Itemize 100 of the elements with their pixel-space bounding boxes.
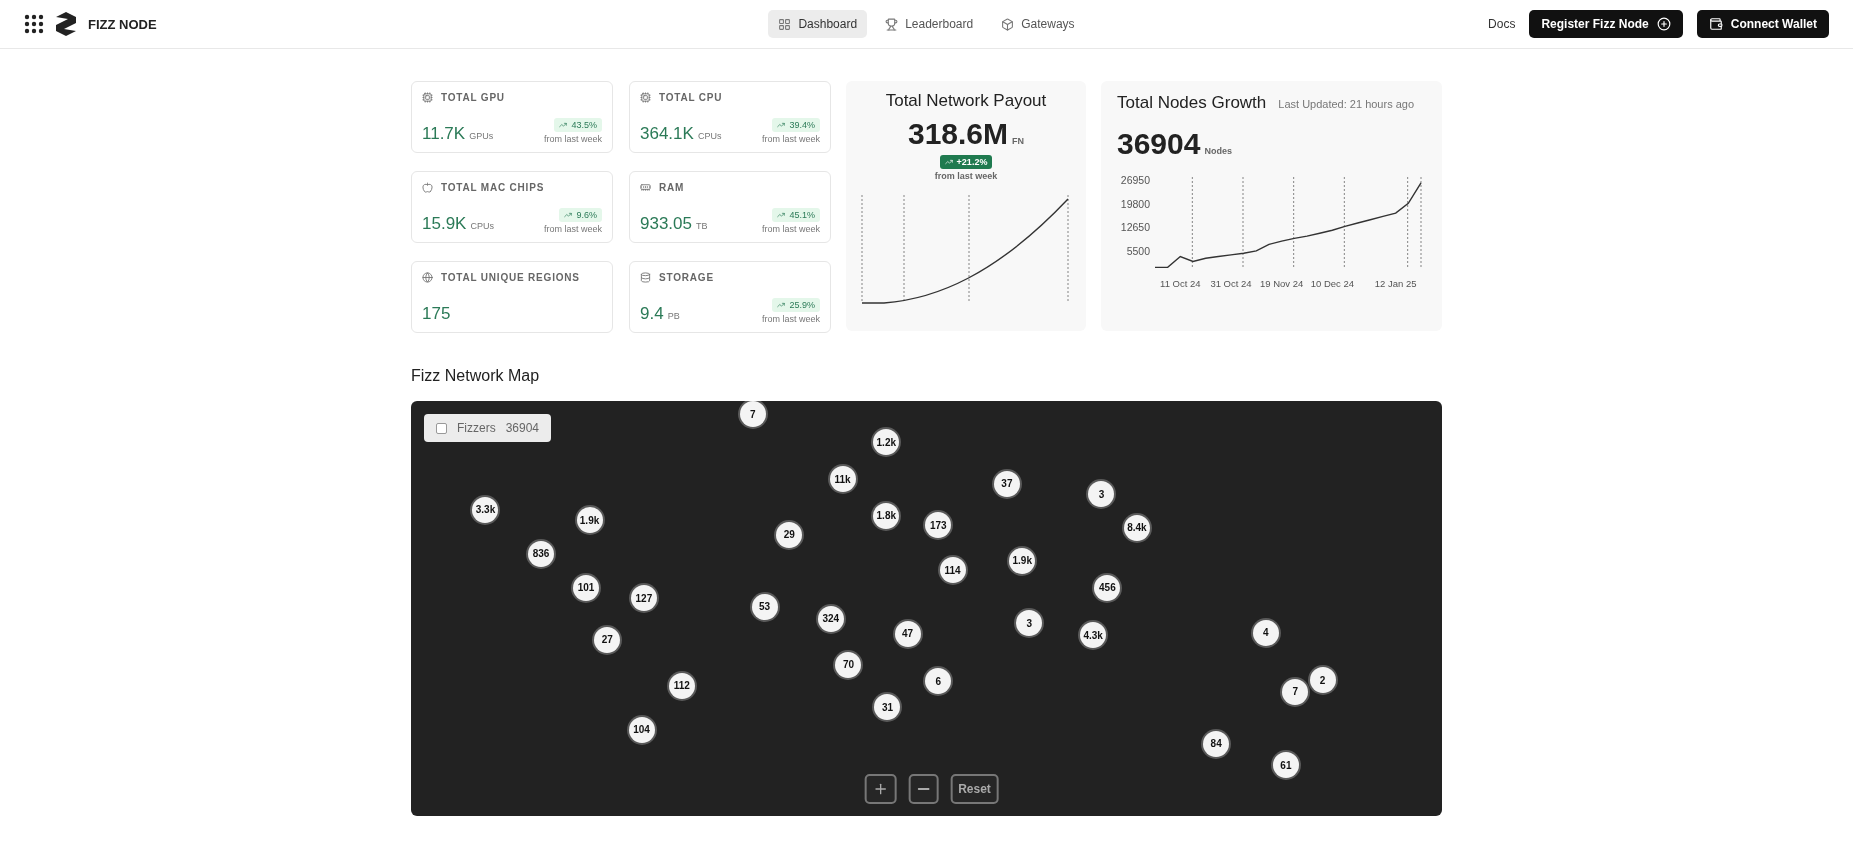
map-placeholder[interactable]: Fizzers 36904 7 1.2k 11k 37 3 3.3k 1.9k 1.8k 173 8.4k 29 836 114 1.9k 101 127 456 53 324 3 27 47 4.3k 4 70 6 2 112 7 31 104 84 61 Reset xyxy=(411,401,1442,816)
cluster-marker[interactable]: 1.9k xyxy=(576,507,603,534)
database-icon xyxy=(640,272,651,283)
trend-up-icon xyxy=(559,121,568,129)
cluster-marker[interactable]: 61 xyxy=(1272,752,1299,779)
cluster-marker[interactable]: 324 xyxy=(817,605,844,632)
docs-link[interactable]: Docs xyxy=(1488,17,1516,31)
globe-icon xyxy=(422,272,433,283)
checkbox[interactable] xyxy=(436,422,447,434)
change-note: from last week xyxy=(934,171,998,181)
cluster-marker[interactable]: 27 xyxy=(594,626,621,653)
cluster-marker[interactable]: 1.2k xyxy=(873,429,900,456)
cluster-marker[interactable]: 3.3k xyxy=(472,496,499,523)
change-badge: 45.1% xyxy=(772,208,820,222)
cluster-marker[interactable]: 7 xyxy=(739,401,766,427)
cluster-marker[interactable]: 173 xyxy=(925,512,952,539)
chip-icon xyxy=(640,92,651,103)
chip-icon xyxy=(422,92,433,103)
cluster-marker[interactable]: 6 xyxy=(925,668,952,695)
stat-title: TOTAL MAC CHIPS xyxy=(441,182,545,193)
legend-label: Fizzers xyxy=(457,421,496,435)
cluster-marker[interactable]: 3 xyxy=(1088,481,1115,508)
cluster-marker[interactable]: 31 xyxy=(874,694,901,721)
stat-value: 175 xyxy=(422,304,451,324)
cluster-marker[interactable]: 104 xyxy=(628,716,655,743)
nodes-value: 36904 xyxy=(1117,127,1201,161)
cluster-marker[interactable]: 11k xyxy=(829,466,856,493)
trend-up-icon xyxy=(564,211,573,219)
change-note: from last week xyxy=(543,224,602,234)
trend-up-icon xyxy=(777,301,786,309)
cluster-marker[interactable]: 7 xyxy=(1282,678,1309,705)
nav-tab[interactable]: Dashboard xyxy=(768,10,868,38)
cluster-marker[interactable]: 3 xyxy=(1016,610,1043,637)
zoom-in-button[interactable] xyxy=(864,774,897,804)
y-tick-label: 19800 xyxy=(1120,197,1150,210)
stat-unit: TB xyxy=(696,221,708,231)
trend-up-icon xyxy=(777,211,786,219)
cluster-marker[interactable]: 53 xyxy=(751,593,778,620)
stat-value: 9.4 xyxy=(640,304,664,324)
trend-up-icon xyxy=(777,121,786,129)
change-badge: +21.2% xyxy=(939,155,993,169)
cluster-marker[interactable]: 84 xyxy=(1203,730,1230,757)
y-tick-label: 26950 xyxy=(1120,174,1150,187)
cluster-marker[interactable]: 836 xyxy=(528,540,555,567)
y-tick-label: 5500 xyxy=(1126,244,1150,257)
panel-title: Total Nodes Growth xyxy=(1117,93,1267,113)
stat-title: TOTAL UNIQUE REGIONS xyxy=(441,272,580,283)
change-badge: 25.9% xyxy=(772,298,820,312)
cluster-marker[interactable]: 37 xyxy=(993,470,1020,497)
stat-title: STORAGE xyxy=(659,272,714,283)
section-title: Fizz Network Map xyxy=(411,367,541,385)
x-tick-label: 10 Dec 24 xyxy=(1310,278,1354,289)
stat-value: 11.7K xyxy=(422,124,466,144)
cluster-marker[interactable]: 114 xyxy=(939,557,966,584)
cluster-marker[interactable]: 2 xyxy=(1309,667,1336,694)
apple-icon xyxy=(422,182,433,193)
x-tick-label: 19 Nov 24 xyxy=(1260,278,1304,289)
app-grid-icon[interactable] xyxy=(24,14,44,34)
x-tick-label: 12 Jan 25 xyxy=(1374,278,1417,289)
change-badge: 39.4% xyxy=(772,118,820,132)
nav-tab[interactable]: Gateways xyxy=(991,10,1085,38)
cluster-marker[interactable]: 70 xyxy=(835,651,862,678)
stat-value: 364.1K xyxy=(640,124,694,144)
memory-icon xyxy=(640,182,651,193)
change-badge: 43.5% xyxy=(554,118,602,132)
reset-button[interactable]: Reset xyxy=(950,774,999,804)
cluster-marker[interactable]: 8.4k xyxy=(1123,514,1150,541)
cluster-marker[interactable]: 4.3k xyxy=(1080,622,1107,649)
panel-title: Total Network Payout xyxy=(885,91,1047,111)
cluster-marker[interactable]: 1.9k xyxy=(1009,547,1036,574)
cluster-marker[interactable]: 112 xyxy=(668,672,695,699)
cluster-marker[interactable]: 47 xyxy=(894,620,921,647)
plus-icon xyxy=(872,781,889,797)
change-note: from last week xyxy=(761,314,820,324)
cluster-marker[interactable]: 1.8k xyxy=(873,502,900,529)
stat-value: 933.05 xyxy=(640,214,692,234)
legend-toggle[interactable]: Fizzers 36904 xyxy=(424,414,552,442)
app-name: FIZZ NODE xyxy=(88,16,157,32)
register-button[interactable]: Register Fizz Node xyxy=(1529,10,1683,38)
stat-title: TOTAL GPU xyxy=(441,92,505,103)
trend-up-icon xyxy=(944,158,953,166)
nav-tab[interactable]: Leaderboard xyxy=(875,10,984,38)
y-tick-label: 12650 xyxy=(1120,221,1150,234)
cube-icon xyxy=(1001,17,1015,31)
trophy-icon xyxy=(885,17,899,31)
x-tick-label: 31 Oct 24 xyxy=(1210,278,1252,289)
stat-title: RAM xyxy=(659,182,685,193)
cluster-marker[interactable]: 456 xyxy=(1094,574,1121,601)
change-note: from last week xyxy=(761,224,820,234)
stat-title: TOTAL CPU xyxy=(659,92,723,103)
stat-unit: CPUs xyxy=(697,131,722,141)
zoom-out-button[interactable] xyxy=(908,774,939,804)
x-tick-label: 11 Oct 24 xyxy=(1160,278,1201,289)
cluster-marker[interactable]: 101 xyxy=(573,574,599,601)
cluster-marker[interactable]: 4 xyxy=(1252,619,1279,646)
stat-unit: GPUs xyxy=(469,131,494,141)
cluster-marker[interactable]: 29 xyxy=(776,521,803,548)
connect-wallet-button[interactable]: Connect Wallet xyxy=(1696,10,1829,38)
cluster-marker[interactable]: 127 xyxy=(630,585,657,612)
stat-unit: PB xyxy=(667,311,680,321)
